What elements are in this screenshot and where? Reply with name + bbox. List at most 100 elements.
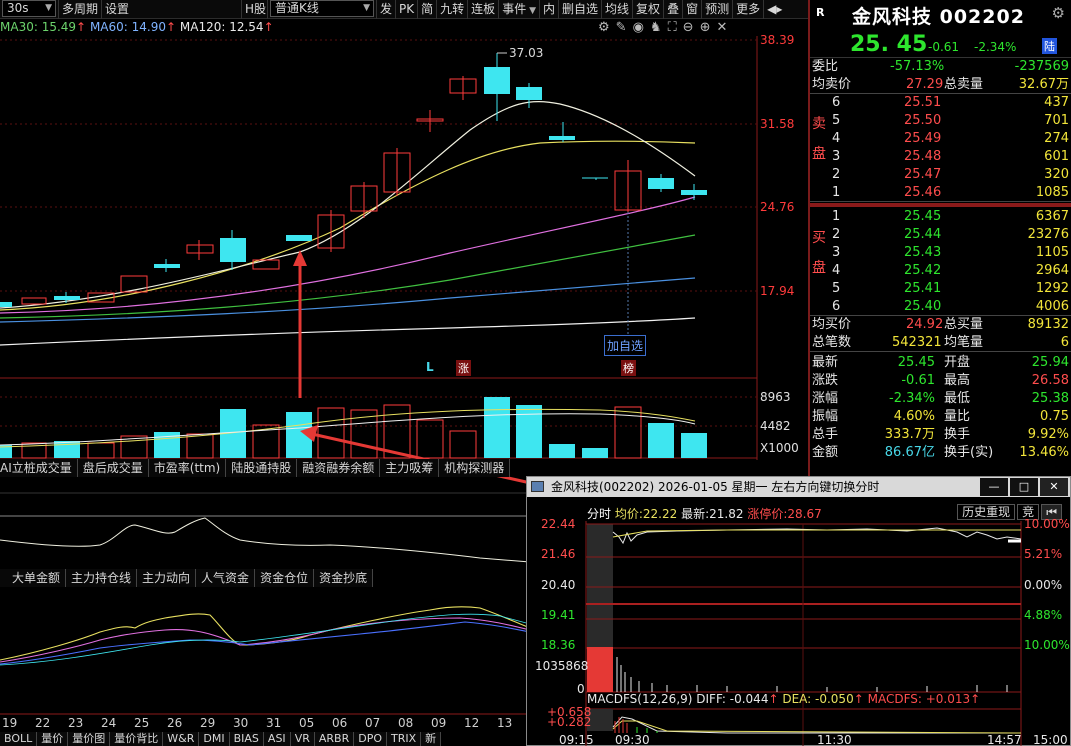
intraday-chart[interactable] xyxy=(527,497,1071,746)
bid-volume: 4006 xyxy=(1035,299,1069,314)
quote-header: R 金风科技 002202 ⚙ 25. 45 -0.61 -2.34% 陆 xyxy=(810,0,1071,58)
stat-value: 26.58 xyxy=(1031,373,1069,388)
tab-volume-price[interactable]: 量价 xyxy=(37,732,69,746)
stat-label: 最高 xyxy=(944,373,971,388)
date-label: 29 xyxy=(200,716,216,730)
ask-row[interactable]: 3 25.48 601 xyxy=(810,148,1071,166)
tab-trix[interactable]: TRIX xyxy=(386,732,422,746)
bottom-indicator-tabs: BOLL 量价 量价图 量价背比 W&R DMI BIAS ASI VR ARB… xyxy=(0,732,442,746)
ask-row[interactable]: 4 25.49 274 xyxy=(810,130,1071,148)
ask-price: 25.46 xyxy=(904,185,942,200)
tab-dmi[interactable]: DMI xyxy=(199,732,230,746)
tab-vr[interactable]: VR xyxy=(290,732,315,746)
tab-bias[interactable]: BIAS xyxy=(229,732,264,746)
tab-dpo[interactable]: DPO xyxy=(354,732,387,746)
tab-asi[interactable]: ASI xyxy=(263,732,291,746)
stat-row: 振幅 4.60% 量比 0.75 xyxy=(810,408,1071,426)
popup-volume-axis-label: 1035868 xyxy=(535,659,589,673)
window-icon xyxy=(531,481,544,492)
tab-fund-position[interactable]: 资金仓位 xyxy=(255,569,315,587)
ma120-line xyxy=(0,317,696,346)
tab-new[interactable]: 新 xyxy=(421,732,442,746)
ask-row[interactable]: 6 25.51 437 xyxy=(810,94,1071,112)
close-button[interactable]: ✕ xyxy=(1040,478,1068,496)
stat-label: 换手 xyxy=(944,427,971,442)
ask-price: 25.49 xyxy=(904,131,942,146)
bid-row[interactable]: 6 25.40 4006 xyxy=(810,298,1071,316)
tab-pe-ttm[interactable]: 市盈率(ttm) xyxy=(148,459,227,477)
stat-value: -2.34% xyxy=(889,391,935,406)
stat-value: 4.60% xyxy=(893,409,935,424)
bid-volume: 1105 xyxy=(1035,245,1069,260)
stock-name: 金风科技 002202 xyxy=(852,6,1025,28)
weibi-row: 委比 -57.13% -237569 xyxy=(810,58,1071,76)
tab-volume-price-ratio[interactable]: 量价背比 xyxy=(110,732,164,746)
bid-level: 5 xyxy=(832,281,841,296)
bid-level: 6 xyxy=(832,299,841,314)
tab-ai-volume[interactable]: AI立桩成交量 xyxy=(0,459,78,477)
maximize-button[interactable]: □ xyxy=(1010,478,1038,496)
intraday-popup[interactable]: 金风科技(002202) 2026-01-05 星期一 左右方向键切换分时 — … xyxy=(526,476,1071,746)
gear-icon[interactable]: ⚙ xyxy=(1052,4,1065,22)
stat-value: 333.7万 xyxy=(884,427,935,442)
price-change: -0.61 xyxy=(928,40,960,54)
last-price-label: 最新: xyxy=(681,507,710,521)
minimize-button[interactable]: — xyxy=(980,478,1008,496)
avg-price-value: 22.22 xyxy=(642,507,678,521)
tab-margin-balance[interactable]: 融资融券余额 xyxy=(297,459,381,477)
tab-big-order[interactable]: 大单金额 xyxy=(0,569,67,587)
high-marker-label: 37.03 xyxy=(509,46,543,60)
ask-avg-label: 均卖价 xyxy=(812,77,852,92)
add-watch-button[interactable]: 加自选 xyxy=(604,335,647,356)
tab-volume-price-chart[interactable]: 量价图 xyxy=(68,732,111,746)
date-label: 31 xyxy=(266,716,282,730)
bid-row[interactable]: 4 25.42 2964 xyxy=(810,262,1071,280)
volume-bars xyxy=(0,397,707,459)
macd-value-label: MACDFS: +0.013 xyxy=(867,692,971,706)
date-label: 19 xyxy=(2,716,18,730)
bid-row[interactable]: 3 25.43 1105 xyxy=(810,244,1071,262)
date-label: 05 xyxy=(299,716,315,730)
indicator-tabs-1: AI立桩成交量 盘后成交量 市盈率(ttm) 陆股通持股 融资融券余额 主力吸筹… xyxy=(0,459,511,477)
stat-label: 总手 xyxy=(812,427,839,442)
ask-row[interactable]: 1 25.46 1085 xyxy=(810,184,1071,202)
date-label: 26 xyxy=(167,716,183,730)
bid-row[interactable]: 2 25.44 23276 xyxy=(810,226,1071,244)
tab-main-position-line[interactable]: 主力持仓线 xyxy=(66,569,138,587)
date-label: 06 xyxy=(332,716,348,730)
tab-boll[interactable]: BOLL xyxy=(0,732,38,746)
ask-level: 2 xyxy=(832,167,841,182)
tab-institution-detector[interactable]: 机构探测器 xyxy=(439,459,511,477)
tab-popularity-fund[interactable]: 人气资金 xyxy=(196,569,256,587)
macd-axis-label: +0.282 xyxy=(547,715,592,729)
bid-row[interactable]: 5 25.41 1292 xyxy=(810,280,1071,298)
tab-main-trend[interactable]: 主力动向 xyxy=(137,569,197,587)
tab-main-absorb[interactable]: 主力吸筹 xyxy=(380,459,440,477)
ask-total-label: 总卖量 xyxy=(944,77,984,92)
date-label: 24 xyxy=(101,716,117,730)
ask-row[interactable]: 2 25.47 320 xyxy=(810,166,1071,184)
ask-volume: 437 xyxy=(1044,95,1069,110)
popup-title-bar[interactable]: 金风科技(002202) 2026-01-05 星期一 左右方向键切换分时 — … xyxy=(527,477,1070,497)
time-axis-label: 15:00 xyxy=(1033,733,1068,746)
tab-arbr[interactable]: ARBR xyxy=(314,732,355,746)
history-replay-button[interactable]: 历史重现 xyxy=(957,504,1016,520)
ask-level: 5 xyxy=(832,113,841,128)
stat-value: 25.38 xyxy=(1031,391,1069,406)
stat-value: -0.61 xyxy=(901,373,935,388)
price-axis-label: 24.76 xyxy=(760,200,795,214)
tab-after-hours-volume[interactable]: 盘后成交量 xyxy=(77,459,149,477)
price-axis-label: 31.58 xyxy=(760,117,795,131)
rating-badge: R xyxy=(816,6,825,19)
date-label: 09 xyxy=(431,716,447,730)
tab-fund-bottom[interactable]: 资金抄底 xyxy=(314,569,374,587)
ask-row[interactable]: 5 25.50 701 xyxy=(810,112,1071,130)
stat-value: 0.75 xyxy=(1040,409,1069,424)
bid-price: 25.45 xyxy=(904,209,942,224)
tab-hk-connect[interactable]: 陆股通持股 xyxy=(226,459,298,477)
weibi-value: -237569 xyxy=(1014,59,1069,74)
indicator-tabs-2: 大单金额 主力持仓线 主力动向 人气资金 资金仓位 资金抄底 xyxy=(0,569,374,587)
bid-price: 25.40 xyxy=(904,299,942,314)
bid-row[interactable]: 1 25.45 6367 xyxy=(810,208,1071,226)
tab-wr[interactable]: W&R xyxy=(163,732,200,746)
